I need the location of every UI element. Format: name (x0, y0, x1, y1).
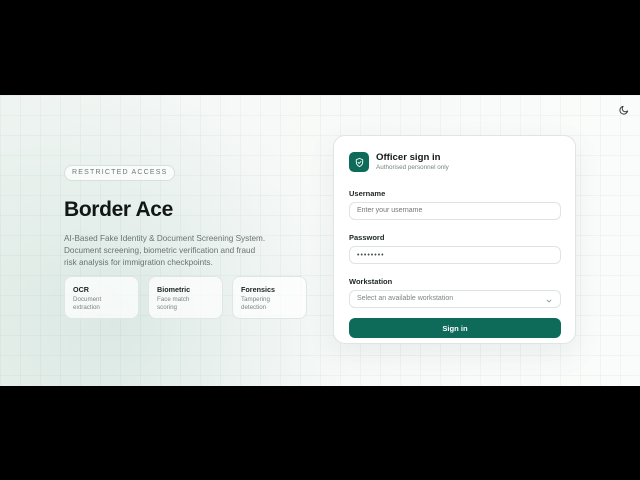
form-header: Officer sign in Authorised personnel onl… (349, 151, 560, 173)
workstation-select[interactable]: Select an available workstation (349, 290, 561, 308)
feature-title-forensics: Forensics (241, 285, 275, 294)
feature-subtitle-ocr: Document extraction (73, 296, 102, 311)
password-label: Password (349, 233, 385, 242)
sign-in-button[interactable]: Sign in (349, 318, 561, 338)
feature-cards: OCR Document extraction Biometric Face m… (64, 276, 307, 319)
feature-subtitle-biometric: Face match scoring (157, 296, 190, 311)
officer-sign-in-form: Officer sign in Authorised personnel onl… (333, 135, 576, 344)
hero-description: AI-Based Fake Identity & Document Screen… (64, 234, 266, 267)
feature-card-forensics: Forensics Tampering detection (232, 276, 307, 319)
feature-subtitle-forensics: Tampering detection (241, 296, 270, 311)
hero-section: RESTRICTED ACCESS Border Ace AI-Based Fa… (64, 161, 314, 319)
form-heading-text: Officer sign in Authorised personnel onl… (376, 152, 449, 172)
form-title: Officer sign in (376, 152, 441, 163)
shield-icon (349, 152, 369, 172)
workstation-label: Workstation (349, 277, 393, 286)
username-label: Username (349, 189, 386, 198)
app-canvas: RESTRICTED ACCESS Border Ace AI-Based Fa… (0, 95, 640, 386)
chevron-down-icon (545, 295, 553, 303)
feature-card-ocr: OCR Document extraction (64, 276, 139, 319)
moon-icon (618, 103, 629, 121)
feature-title-ocr: OCR (73, 285, 89, 294)
password-field[interactable]: •••••••• (349, 246, 561, 264)
theme-toggle-button[interactable] (616, 105, 630, 119)
feature-card-biometric: Biometric Face match scoring (148, 276, 223, 319)
page-title: Border Ace (64, 198, 173, 221)
restricted-access-badge: RESTRICTED ACCESS (64, 165, 176, 181)
feature-title-biometric: Biometric (157, 285, 191, 294)
username-field[interactable] (349, 202, 561, 220)
form-subtitle: Authorised personnel only (376, 164, 449, 171)
workstation-placeholder: Select an available workstation (357, 295, 454, 302)
